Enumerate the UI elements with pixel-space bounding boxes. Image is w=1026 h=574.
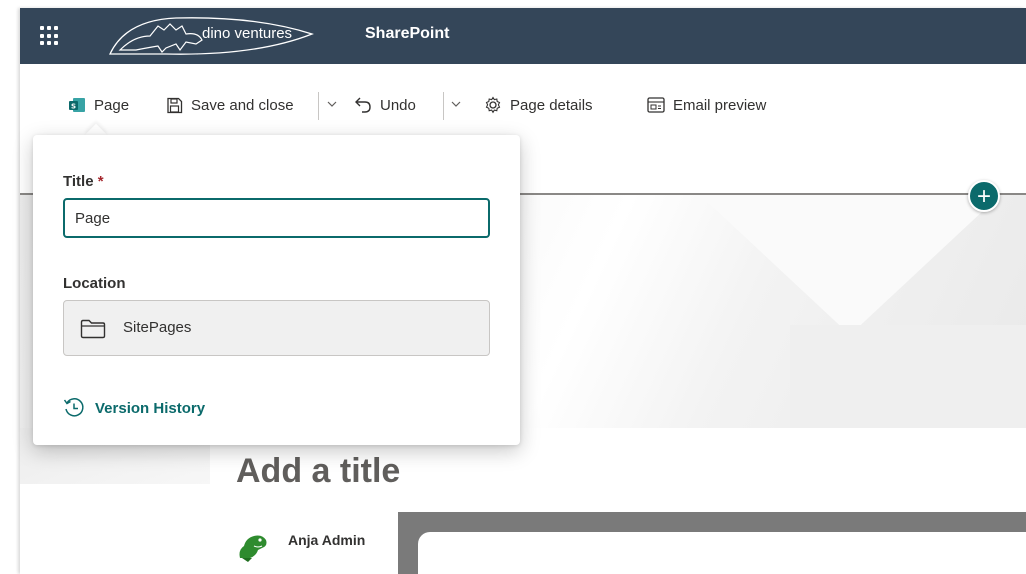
author-avatar	[239, 535, 267, 562]
suite-bar: dino ventures SharePoint	[20, 8, 1026, 64]
email-preview-label: Email preview	[673, 96, 767, 114]
gear-icon	[484, 96, 502, 114]
page-details-label: Page details	[510, 96, 593, 114]
sharepoint-page-icon: S	[68, 96, 86, 114]
split-divider	[443, 92, 444, 120]
location-field: SitePages	[63, 300, 490, 356]
logo-text: dino ventures	[202, 25, 293, 42]
folder-icon	[80, 319, 106, 339]
undo-icon	[354, 96, 372, 114]
svg-text:S: S	[71, 103, 76, 111]
save-icon	[165, 96, 183, 114]
split-divider	[318, 92, 319, 120]
version-history-link[interactable]: Version History	[63, 397, 205, 419]
add-section-button[interactable]: +	[968, 180, 1000, 212]
author-name: Anja Admin	[288, 532, 366, 548]
version-history-label: Version History	[95, 399, 206, 417]
location-value: SitePages	[123, 319, 192, 336]
title-input[interactable]	[63, 198, 490, 238]
page-details-button[interactable]: Page details	[484, 94, 593, 116]
undo-label: Undo	[380, 96, 416, 114]
title-field-label: Title *	[63, 173, 104, 190]
page-button[interactable]: S Page	[68, 94, 129, 116]
hero-decoration	[790, 325, 1026, 428]
location-label: Location	[63, 275, 126, 292]
command-bar: S Page Save and close Undo Page details …	[20, 64, 1026, 136]
save-and-close-button[interactable]: Save and close	[165, 94, 294, 116]
save-options-chevron-icon[interactable]	[326, 96, 338, 112]
page-title-placeholder[interactable]: Add a title	[236, 452, 400, 491]
history-icon	[63, 398, 84, 417]
page-label: Page	[94, 96, 130, 114]
email-preview-button[interactable]: Email preview	[647, 94, 766, 116]
page-flyout-panel: Title * Location SitePages Version Histo…	[33, 135, 520, 445]
undo-options-chevron-icon[interactable]	[450, 96, 462, 112]
app-launcher-icon[interactable]	[40, 26, 60, 46]
hero-decoration	[700, 195, 1000, 335]
undo-button[interactable]: Undo	[354, 94, 416, 116]
overlay-window	[398, 512, 1026, 574]
required-indicator: *	[97, 173, 104, 190]
title-label-text: Title	[63, 173, 94, 190]
overlay-content	[418, 532, 1026, 574]
app-name[interactable]: SharePoint	[365, 25, 449, 43]
email-preview-icon	[647, 96, 665, 114]
save-and-close-label: Save and close	[191, 96, 294, 114]
